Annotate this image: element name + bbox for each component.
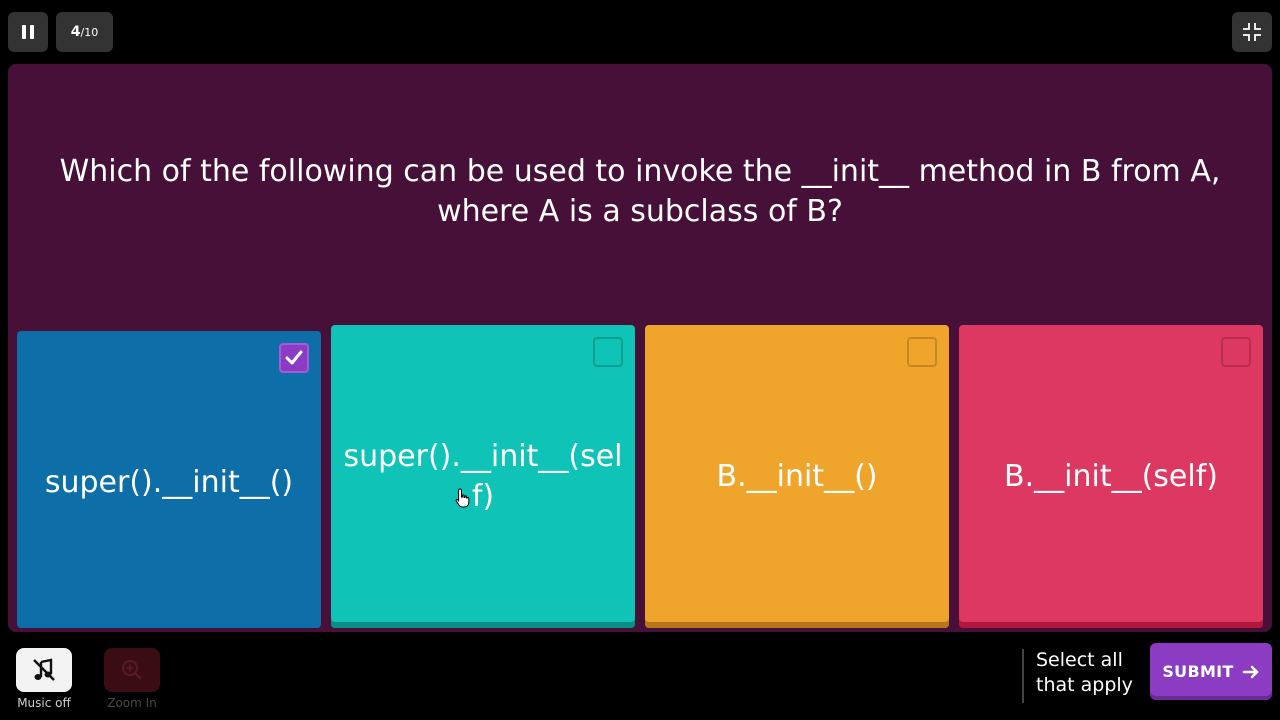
answer-option-label: B.__init__(): [716, 458, 878, 494]
music-off-icon: [33, 658, 55, 681]
submit-label: SUBMIT: [1162, 662, 1234, 681]
pause-icon: [22, 25, 26, 39]
option-checkbox[interactable]: [907, 337, 937, 367]
pause-button[interactable]: [8, 12, 48, 52]
option-checkbox-checked[interactable]: [279, 343, 309, 373]
answer-option-4[interactable]: B.__init__(self): [959, 325, 1263, 628]
arrow-right-icon: [1242, 663, 1260, 681]
footer-divider: [1022, 649, 1024, 703]
exit-fullscreen-button[interactable]: [1232, 12, 1272, 52]
select-all-hint: Select all that apply: [1036, 649, 1133, 696]
collapse-icon: [1243, 23, 1261, 41]
question-text: Which of the following can be used to in…: [59, 154, 1221, 229]
music-toggle-button[interactable]: [16, 648, 72, 692]
answer-option-1[interactable]: super().__init__(): [17, 331, 321, 628]
answer-option-2[interactable]: super().__init__(self): [331, 325, 635, 628]
answer-option-label: B.__init__(self): [1004, 458, 1218, 494]
option-checkbox[interactable]: [1221, 337, 1251, 367]
current-question-number: 4: [70, 24, 81, 40]
answer-option-3[interactable]: B.__init__(): [645, 325, 949, 628]
zoom-in-button[interactable]: [104, 648, 160, 692]
option-checkbox[interactable]: [593, 337, 623, 367]
music-off-label: Music off: [17, 696, 71, 710]
question-counter: 4/10: [56, 12, 113, 52]
check-icon: [285, 350, 303, 365]
zoom-in-label: Zoom In: [107, 696, 157, 710]
answer-option-label: super().__init__(): [44, 464, 294, 500]
total-questions: /10: [80, 25, 99, 39]
zoom-in-icon: [121, 659, 142, 680]
hand-cursor-icon: [455, 488, 470, 508]
submit-button[interactable]: SUBMIT: [1150, 643, 1272, 700]
answer-option-label: super().__init__(self): [343, 438, 623, 514]
